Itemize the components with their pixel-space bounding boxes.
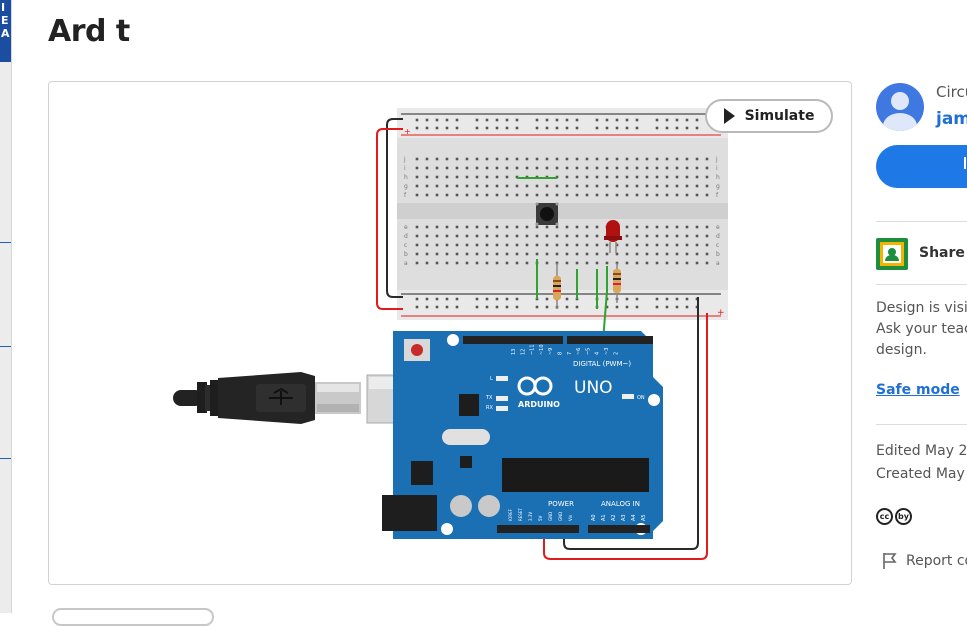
row-letter: a <box>404 260 408 267</box>
license-icons[interactable]: cc by <box>876 508 912 525</box>
cc-icon: cc <box>876 508 893 525</box>
flag-icon <box>883 553 897 569</box>
breadboard[interactable]: + + j ji ih hg gf fe ed dc cb ba a <box>397 108 728 320</box>
primary-action-button[interactable] <box>876 145 967 188</box>
divider <box>876 221 967 222</box>
rail-plus-label: + <box>717 308 725 318</box>
digital-pin-label: ~5 <box>585 348 591 355</box>
arduino-uno-board[interactable]: ARDUINO UNO DIGITAL (PWM~) POWER ANALOG … <box>382 331 663 539</box>
row-letter: b <box>716 251 720 258</box>
row-letter: j <box>403 156 406 163</box>
owner-label: Circu <box>936 83 967 101</box>
digital-pin-label: ~11 <box>530 344 536 355</box>
report-link[interactable]: Report co <box>882 552 967 570</box>
report-label: Report co <box>906 553 967 569</box>
edited-date: Edited May 29 <box>876 443 967 459</box>
safe-mode-link[interactable]: Safe mode <box>876 382 960 398</box>
left-sidebar: I E A <box>0 0 12 613</box>
power-pin-label: GND <box>558 512 563 521</box>
sidebar-divider <box>0 346 11 347</box>
row-letter: a <box>716 260 720 267</box>
secondary-button[interactable] <box>52 608 214 626</box>
digital-pin-label: 2 <box>613 352 619 355</box>
avatar-head <box>891 92 909 110</box>
classroom-icon-frame <box>880 242 904 266</box>
button-glyph <box>964 157 966 169</box>
analog-pin-label: A4 <box>631 514 637 521</box>
owner-avatar[interactable] <box>876 83 924 131</box>
divider <box>876 424 967 425</box>
page-title: Ard t <box>48 14 130 49</box>
visibility-line: design. <box>876 342 927 358</box>
circuit-canvas[interactable]: + + jjiihhggffeeddccbbaa ARDUINO UNO DIG… <box>48 81 852 585</box>
simulate-button[interactable]: Simulate <box>705 99 833 133</box>
tx-label: TX <box>485 395 493 401</box>
digital-pin-label: ~10 <box>539 344 545 355</box>
power-label: POWER <box>548 500 574 508</box>
digital-pin-label: 7 <box>567 352 573 355</box>
row-letter: j <box>715 156 718 163</box>
board-model: UNO <box>574 378 613 398</box>
share-classroom-link[interactable]: Share t <box>919 245 967 261</box>
simulate-label: Simulate <box>744 108 815 124</box>
power-pin-label: IOREF <box>508 508 513 521</box>
digital-pin-label: ~9 <box>548 348 554 355</box>
row-letter: g <box>716 183 720 190</box>
digital-pin-label: 4 <box>595 352 601 355</box>
row-letter: h <box>404 174 408 181</box>
rail-plus-label: + <box>404 127 411 136</box>
power-pin-label: 5V <box>538 515 543 521</box>
l-label: L <box>490 376 493 382</box>
row-letter: g <box>404 183 408 190</box>
row-letter: e <box>404 224 408 231</box>
created-date: Created May 2 <box>876 466 967 482</box>
sidebar-divider <box>0 458 11 459</box>
digital-pin-label: 13 <box>511 349 517 355</box>
digital-label: DIGITAL (PWM~) <box>573 360 631 368</box>
row-letter: h <box>716 174 720 181</box>
digital-pin-label: 12 <box>520 349 526 355</box>
analog-label: ANALOG IN <box>601 500 640 508</box>
row-letter: e <box>716 224 720 231</box>
power-pin-label: Vin <box>568 514 573 521</box>
power-pin-label: 3.3V <box>528 512 533 521</box>
row-letter: d <box>716 233 720 240</box>
analog-pin-label: A0 <box>591 514 597 521</box>
divider <box>876 284 967 285</box>
owner-name-link[interactable]: jam <box>936 109 967 129</box>
visibility-notice: Design is visib Ask your teach design. <box>876 298 967 361</box>
app-logo-text: I E A <box>1 1 10 40</box>
row-letter: b <box>404 251 408 258</box>
digital-pin-label: 8 <box>558 352 564 355</box>
rx-label: RX <box>486 405 493 411</box>
digital-pin-label: ~3 <box>604 348 610 355</box>
digital-pin-label: ~6 <box>576 348 582 355</box>
analog-pin-label: A1 <box>601 514 607 521</box>
power-pin-label: RESET <box>518 508 523 521</box>
classroom-icon-body <box>885 255 899 261</box>
circuit-drawing: + + j ji ih hg gf fe ed dc cb ba a ARDUI… <box>173 108 728 560</box>
row-letter: c <box>716 242 719 249</box>
on-label: ON <box>637 395 645 401</box>
board-brand: ARDUINO <box>518 400 560 409</box>
analog-pin-label: A2 <box>611 514 617 521</box>
sidebar-divider <box>0 242 11 243</box>
row-letter: d <box>404 233 408 240</box>
power-pin-label: GND <box>548 512 553 521</box>
visibility-line: Design is visib <box>876 300 967 316</box>
google-classroom-icon[interactable] <box>876 238 908 270</box>
pushbutton[interactable] <box>535 202 559 226</box>
analog-pin-label: A5 <box>641 514 647 521</box>
row-letter: c <box>404 242 407 249</box>
visibility-line: Ask your teach <box>876 321 967 337</box>
app-logo[interactable]: I E A <box>0 0 11 62</box>
play-icon <box>723 108 735 124</box>
avatar-shoulders <box>883 113 917 131</box>
attribution-icon: by <box>895 508 912 525</box>
analog-pin-label: A3 <box>621 514 627 521</box>
